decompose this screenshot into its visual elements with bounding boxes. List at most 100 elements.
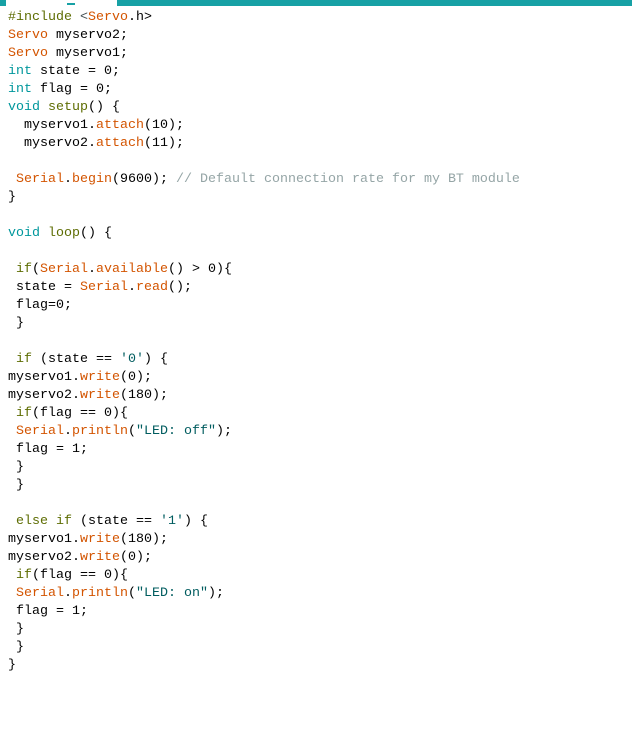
code-token-plain: ();: [167, 280, 192, 295]
code-token-fn: setup: [48, 100, 88, 115]
code-token-plain: (: [128, 586, 136, 601]
code-token-plain: }: [8, 460, 24, 475]
code-token-plain: myservo2.: [8, 136, 96, 151]
code-token-plain: state =: [8, 280, 80, 295]
code-token-cmt: // Default connection rate for my BT mod…: [176, 172, 520, 187]
code-token-plain: );: [207, 586, 224, 601]
code-token-kw: attach: [95, 118, 144, 133]
code-token-kw: write: [79, 388, 120, 403]
code-token-kw: println: [72, 424, 128, 439]
code-line: }: [8, 657, 632, 675]
code-line: Servo myservo2;: [8, 27, 632, 45]
code-token-plain: (state ==: [72, 514, 160, 529]
code-token-plain: myservo1.: [8, 532, 80, 547]
code-token-plain: ) {: [183, 514, 208, 529]
code-line: myservo1.attach(10);: [8, 117, 632, 135]
code-line: myservo2.write(0);: [8, 549, 632, 567]
sketch-tab[interactable]: [6, 0, 117, 6]
code-token-fn: if: [56, 514, 72, 529]
code-token-plain: }: [8, 316, 24, 331]
code-line: else if (state == '1') {: [8, 513, 632, 531]
code-token-plain: () {: [80, 226, 112, 241]
code-line: #include <Servo.h>: [8, 9, 632, 27]
code-token-fn: if: [16, 568, 32, 583]
code-token-kw: write: [79, 550, 120, 565]
code-line: myservo1.write(0);: [8, 369, 632, 387]
code-token-plain: myservo1.: [8, 118, 96, 133]
code-token-plain: (flag == 0){: [32, 406, 128, 421]
code-line: flag = 1;: [8, 441, 632, 459]
code-line: Servo myservo1;: [8, 45, 632, 63]
code-token-plain: flag=0;: [8, 298, 72, 313]
code-token-kw: Serial: [16, 424, 64, 439]
code-token-plain: (: [32, 262, 40, 277]
code-token-pp: #include: [8, 10, 80, 25]
code-line: int state = 0;: [8, 63, 632, 81]
code-token-plain: .: [127, 280, 136, 295]
code-token-str: '0': [119, 352, 144, 367]
code-token-plain: (flag == 0){: [32, 568, 128, 583]
code-line: }: [8, 639, 632, 657]
code-token-type: void: [8, 100, 40, 115]
code-line: myservo2.write(180);: [8, 387, 632, 405]
code-line: Serial.println("LED: on");: [8, 585, 632, 603]
code-token-type: int: [8, 64, 32, 79]
code-token-kw: Serial: [16, 172, 64, 187]
code-line: myservo1.write(180);: [8, 531, 632, 549]
code-line: void setup() {: [8, 99, 632, 117]
code-token-plain: myservo2.: [8, 388, 80, 403]
code-token-plain: myservo1;: [48, 46, 128, 61]
code-token-kw: Serial: [16, 586, 64, 601]
code-token-kw: write: [79, 532, 120, 547]
code-line: state = Serial.read();: [8, 279, 632, 297]
code-token-plain: );: [215, 424, 232, 439]
tab-indicator: [67, 3, 75, 5]
code-token-plain: ) {: [143, 352, 168, 367]
code-token-fn: else: [16, 514, 48, 529]
code-token-plain: }: [8, 658, 16, 673]
code-token-plain: flag = 0;: [32, 82, 112, 97]
code-token-plain: .: [64, 586, 72, 601]
code-line: }: [8, 315, 632, 333]
code-token-type: void: [8, 226, 40, 241]
code-token-plain: }: [8, 622, 24, 637]
code-token-str: '1': [159, 514, 184, 529]
code-token-kw: Servo: [8, 46, 48, 61]
code-token-plain: (10);: [143, 118, 184, 133]
code-line: int flag = 0;: [8, 81, 632, 99]
code-token-kw: Servo: [87, 10, 128, 25]
code-token-kw: begin: [72, 172, 112, 187]
code-line: if(Serial.available() > 0){: [8, 261, 632, 279]
code-token-plain: state = 0;: [32, 64, 120, 79]
code-token-op: <: [79, 10, 88, 25]
code-line: Serial.begin(9600); // Default connectio…: [8, 171, 632, 189]
code-token-plain: () > 0){: [167, 262, 232, 277]
code-token-fn: if: [16, 406, 32, 421]
code-token-plain: (180);: [119, 532, 168, 547]
code-token-plain: flag = 1;: [8, 442, 88, 457]
code-token-type: int: [8, 82, 32, 97]
code-token-plain: myservo2.: [8, 550, 80, 565]
code-editor[interactable]: #include <Servo.h> Servo myservo2; Servo m…: [8, 9, 632, 675]
code-token-fn: if: [16, 262, 32, 277]
code-token-kw: Serial: [40, 262, 88, 277]
code-token-plain: (9600);: [112, 172, 176, 187]
code-token-kw: write: [79, 370, 120, 385]
code-line: myservo2.attach(11);: [8, 135, 632, 153]
tab-bar: [0, 0, 632, 6]
code-token-kw: Servo: [8, 28, 48, 43]
